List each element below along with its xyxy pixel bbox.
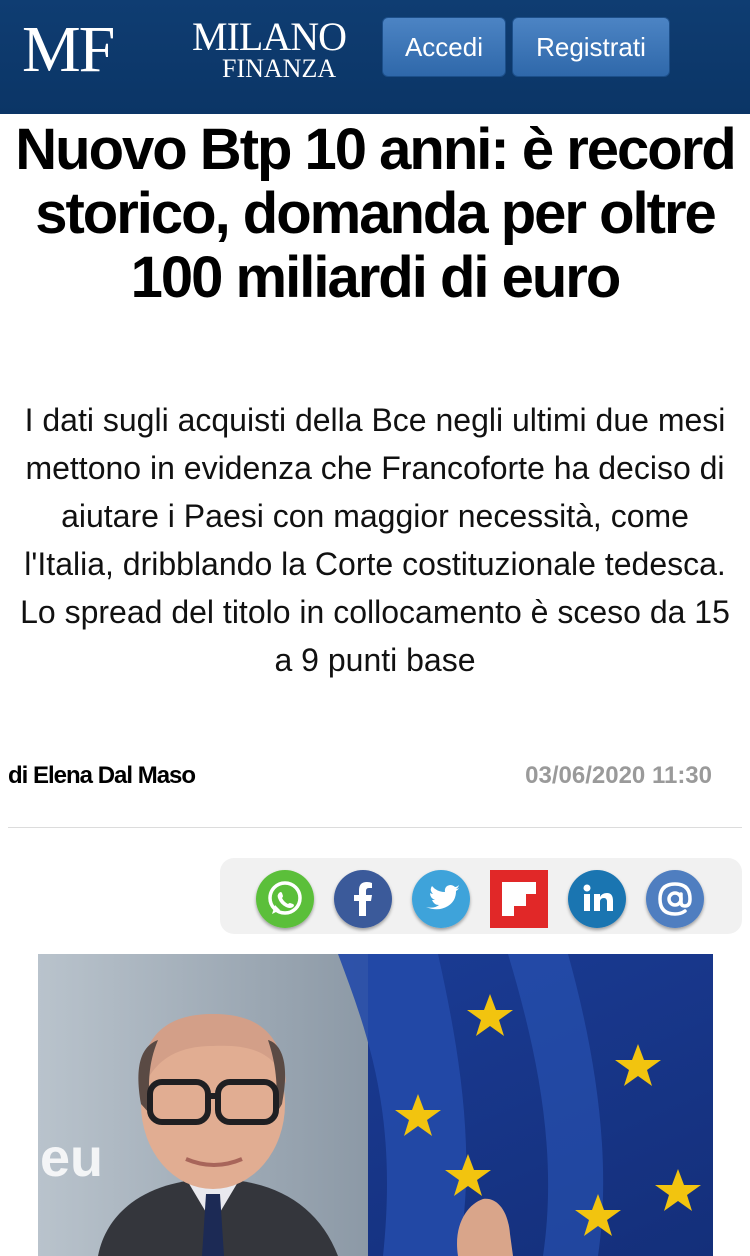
- article-photo: eu: [38, 954, 713, 1256]
- login-button[interactable]: Accedi: [382, 17, 506, 77]
- logo-finanza: FINANZA: [222, 54, 337, 83]
- twitter-icon[interactable]: [412, 870, 470, 928]
- photo-background-text: eu: [40, 1128, 103, 1188]
- logo-milano: MILANO: [192, 14, 347, 59]
- article-summary: I dati sugli acquisti della Bce negli ul…: [20, 402, 730, 678]
- article-date: 03/06/2020 11:30: [525, 762, 712, 789]
- email-icon[interactable]: [646, 870, 704, 928]
- flipboard-icon[interactable]: [490, 870, 548, 928]
- top-bar: MF MILANO FINANZA Accedi Registrati: [0, 0, 750, 114]
- linkedin-icon[interactable]: [568, 870, 626, 928]
- register-button[interactable]: Registrati: [512, 17, 670, 77]
- article-author: di Elena Dal Maso: [8, 762, 196, 789]
- divider: [8, 827, 742, 828]
- logo-mf: MF: [22, 13, 115, 86]
- facebook-icon[interactable]: [334, 870, 392, 928]
- whatsapp-icon[interactable]: [256, 870, 314, 928]
- article-title: Nuovo Btp 10 anni: è record storico, dom…: [15, 117, 736, 310]
- milano-finanza-logo[interactable]: MF MILANO FINANZA: [22, 14, 362, 86]
